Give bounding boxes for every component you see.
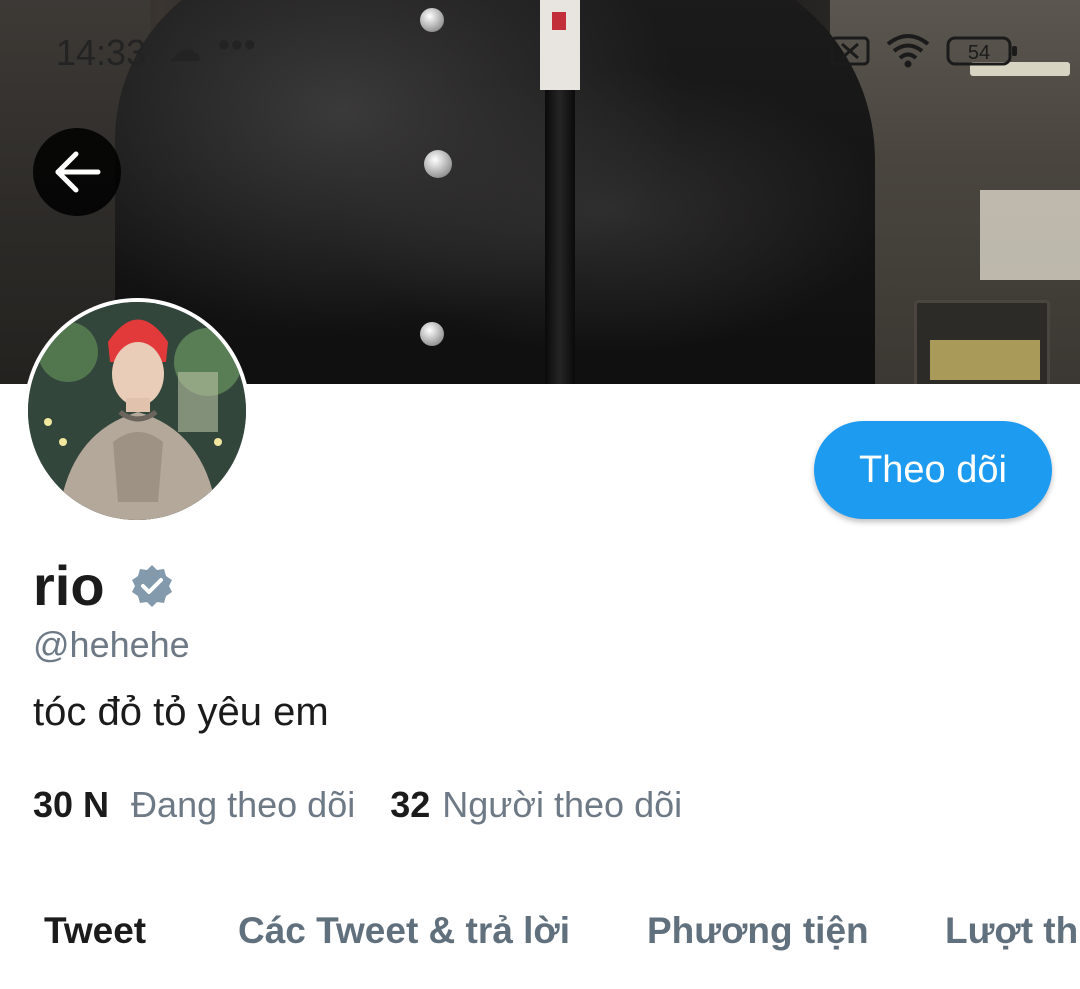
avatar-image [28, 302, 246, 520]
battery-icon: 54 [946, 36, 1018, 71]
follow-button[interactable]: Theo dõi [814, 421, 1052, 519]
more-notifications-icon: ••• [218, 26, 257, 64]
no-sim-icon [830, 36, 870, 71]
display-name: rio [33, 554, 105, 617]
tab-tweets-and-replies[interactable]: Các Tweet & trả lời [238, 910, 570, 952]
tab-tweets[interactable]: Tweet [44, 910, 146, 952]
tab-media[interactable]: Phương tiện [647, 910, 869, 952]
arrow-left-icon [55, 151, 101, 193]
profile-stats: 30 N Đang theo dõi 32 Người theo dõi [33, 784, 682, 826]
profile-bio: tóc đỏ tỏ yêu em [33, 690, 329, 734]
following-link[interactable]: 30 N Đang theo dõi [33, 784, 355, 826]
status-bar: 14:33 ☁ ••• 54 [0, 0, 1080, 100]
following-count: 30 N [33, 784, 110, 825]
user-handle: @hehehe [33, 624, 190, 665]
back-button[interactable] [33, 128, 121, 216]
banner-jacket-button [424, 150, 452, 178]
profile-name-row: rio [33, 553, 175, 618]
banner-warning-sign-label [930, 340, 1040, 380]
status-time: 14:33 [56, 32, 147, 73]
wifi-icon [884, 32, 932, 73]
followers-label: Người theo dõi [442, 784, 683, 825]
avatar[interactable] [24, 298, 250, 524]
banner-wall-panel [980, 190, 1080, 280]
followers-count: 32 [390, 784, 431, 825]
cloud-icon: ☁ [168, 31, 202, 69]
tab-likes[interactable]: Lượt thích [945, 910, 1080, 952]
battery-level: 54 [968, 42, 990, 64]
verified-badge-icon[interactable] [129, 563, 175, 614]
profile-tabs: Tweet Các Tweet & trả lời Phương tiện Lư… [0, 900, 1080, 989]
banner-jacket-button [420, 322, 444, 346]
followers-link[interactable]: 32 Người theo dõi [390, 784, 682, 826]
following-label: Đang theo dõi [131, 784, 356, 825]
